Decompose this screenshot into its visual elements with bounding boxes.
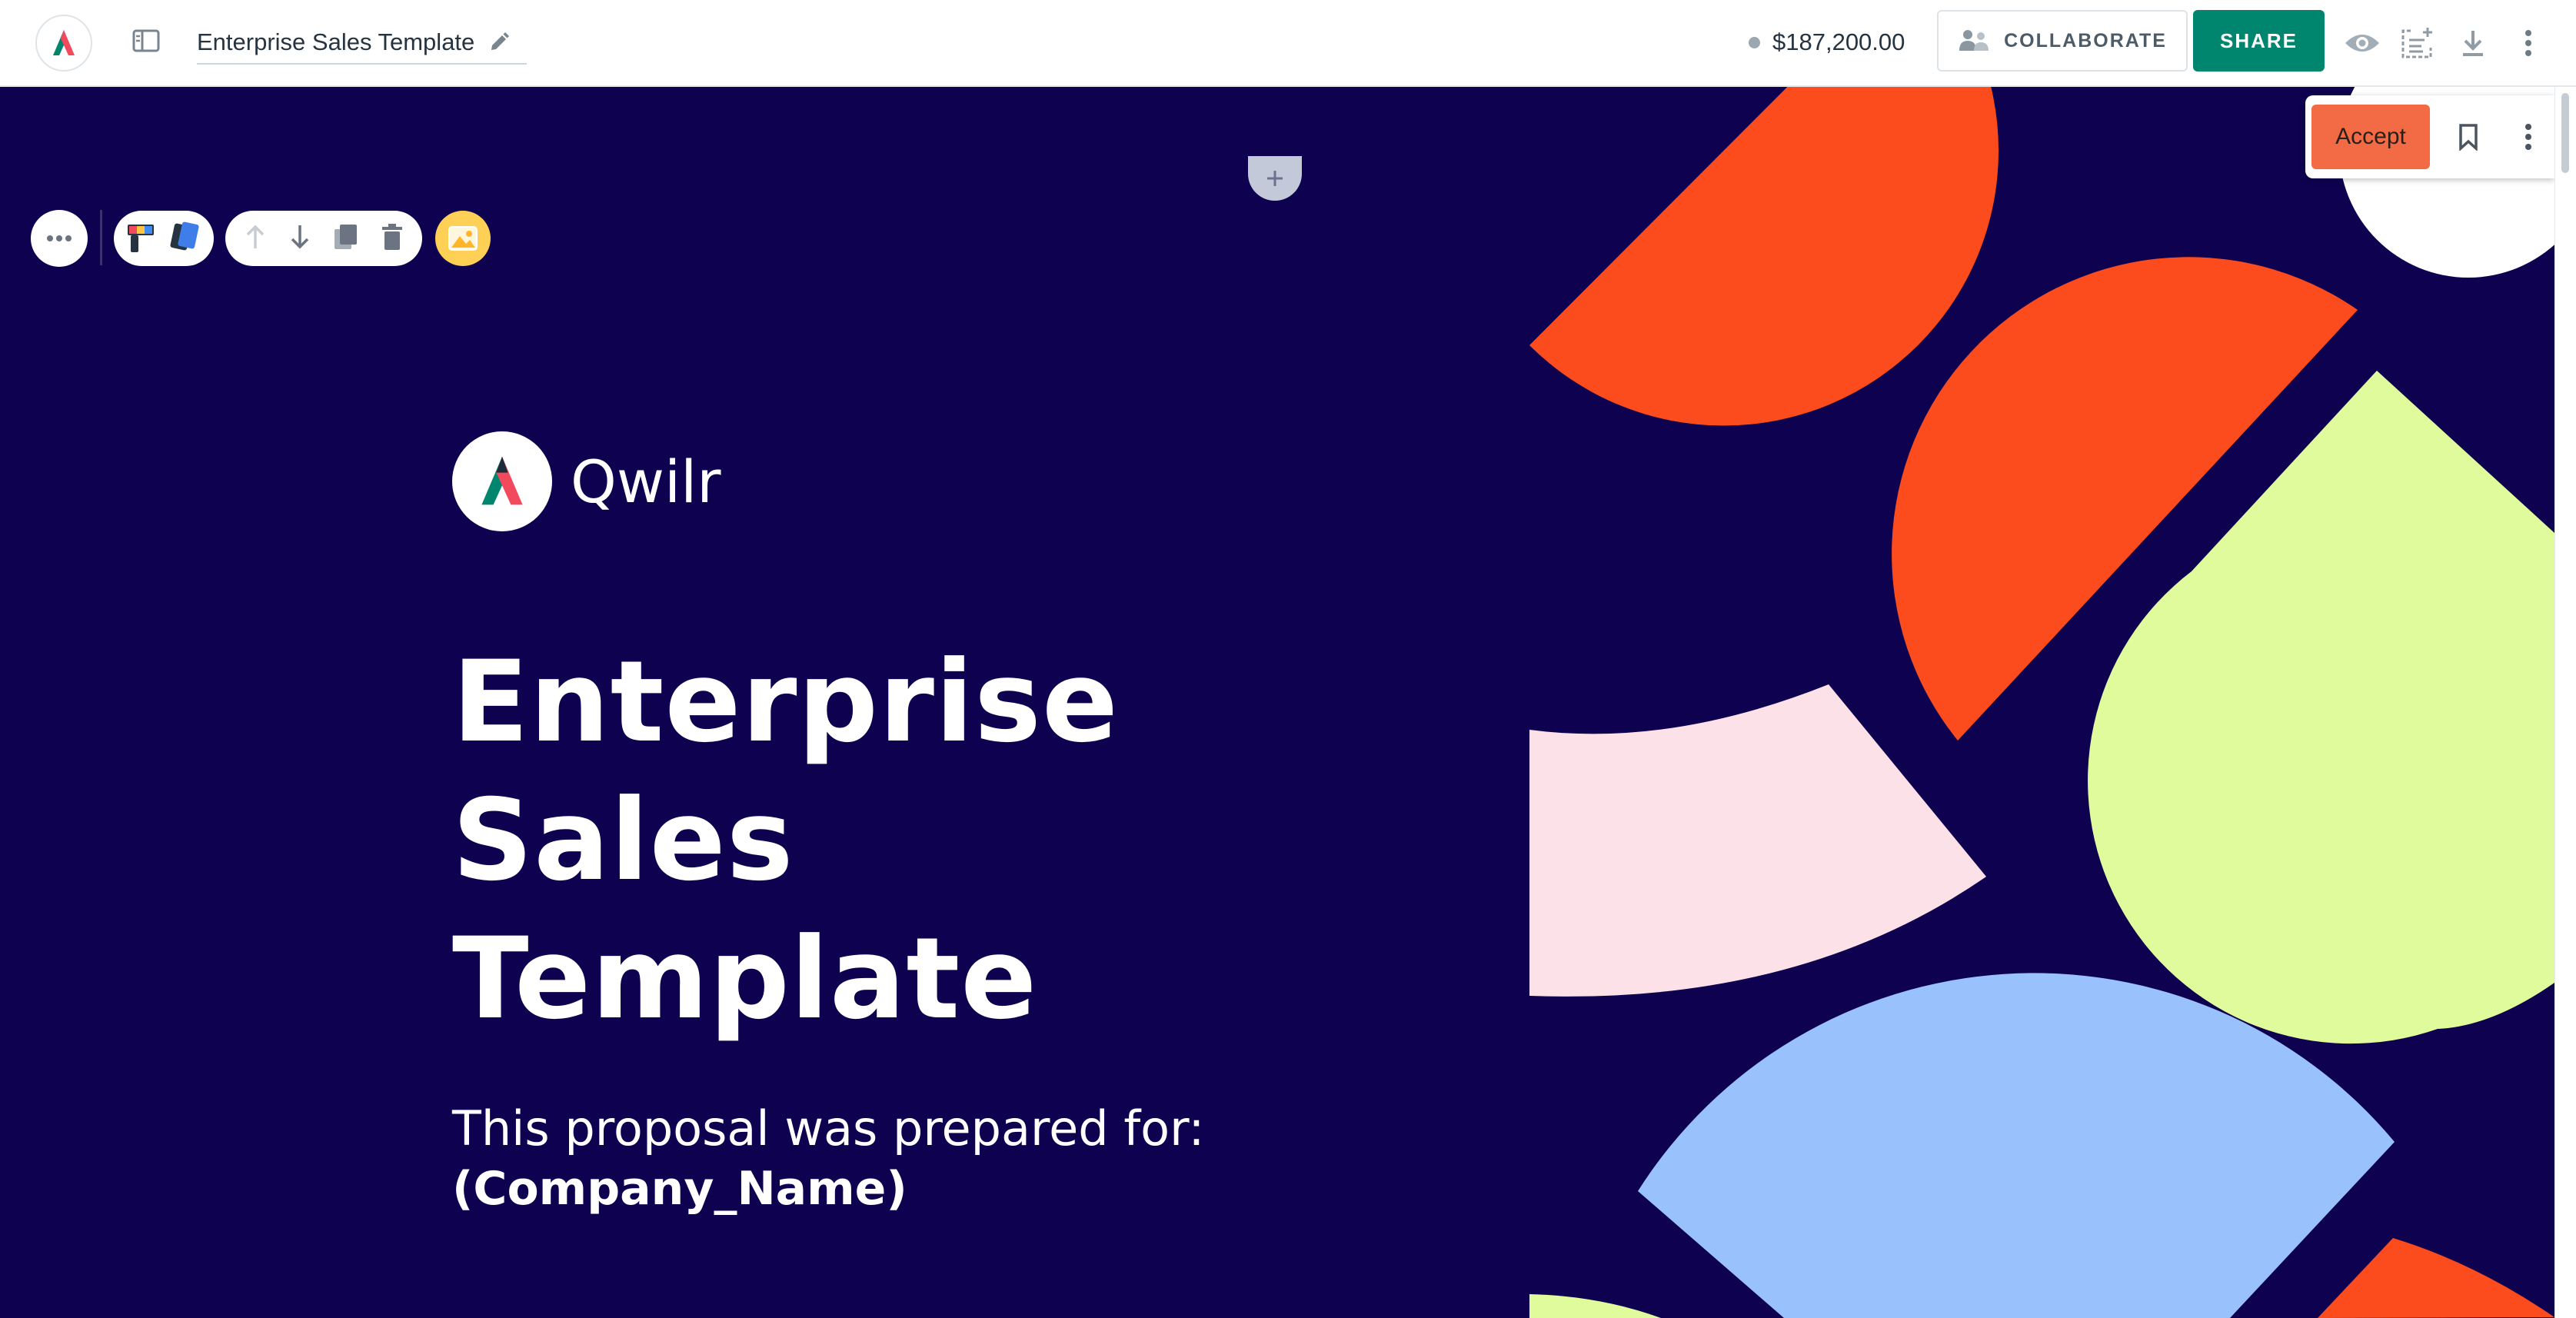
duplicate-icon[interactable] [333,223,359,255]
top-bar: Enterprise Sales Template $187,200.00 CO… [0,0,2576,87]
accept-button[interactable]: Accept [2311,105,2430,169]
style-cards-icon[interactable] [166,218,203,259]
plus-icon [1267,171,1283,186]
scrollbar-thumb[interactable] [2561,93,2569,173]
document-title-field[interactable]: Enterprise Sales Template [197,22,528,65]
move-down-icon[interactable] [288,224,311,254]
sidebar-panel-icon[interactable] [131,28,161,54]
app-logo[interactable] [35,15,92,72]
theme-pill [114,211,214,266]
total-value-text: $187,200.00 [1772,28,1905,55]
status-dot [1749,36,1760,48]
splash-block: Qwilr Enterprise Sales Template This pro… [0,87,2554,1318]
collaborators-icon [1959,30,1989,51]
title-line: Sales [452,775,794,906]
company-name-variable[interactable]: (Company_Name) [452,1162,907,1216]
bookmark-icon[interactable] [2447,115,2490,158]
more-vertical-icon[interactable] [2507,115,2550,158]
collaborate-button[interactable]: COLLABORATE [1937,10,2188,72]
collaborate-label: COLLABORATE [2004,29,2167,52]
share-button[interactable]: SHARE [2193,10,2325,72]
page-title[interactable]: Enterprise Sales Template [452,633,1452,1048]
more-horizontal-icon [47,235,72,241]
qwilr-logo-icon [481,456,523,505]
image-icon [448,226,478,251]
document-title[interactable]: Enterprise Sales Template [197,28,474,56]
brand-logo-mark [452,431,552,531]
title-line: Template [452,914,1038,1044]
background-image-button[interactable] [435,211,491,266]
move-up-icon[interactable] [244,224,267,254]
accept-panel: Accept [2305,95,2554,178]
scrollbar[interactable] [2554,87,2576,1318]
variables-icon[interactable] [2396,22,2439,65]
toolbar-divider [100,210,102,265]
delete-icon[interactable] [381,223,404,255]
share-label: SHARE [2219,28,2298,52]
total-value: $187,200.00 [1749,26,1905,58]
brand-name: Qwilr [571,447,721,516]
accept-label: Accept [2335,124,2406,149]
pencil-icon[interactable] [488,31,511,54]
company-logo: Qwilr [452,431,721,531]
qwilr-logo-icon [53,30,75,55]
eye-icon[interactable] [2341,22,2384,65]
download-icon[interactable] [2451,22,2494,65]
more-vertical-icon[interactable] [2507,22,2550,65]
title-line: Enterprise [452,637,1119,767]
block-actions [225,211,422,266]
color-palette-icon[interactable] [125,218,161,259]
prepared-for-text[interactable]: This proposal was prepared for: [452,1100,1204,1157]
block-options-button[interactable] [31,210,88,267]
